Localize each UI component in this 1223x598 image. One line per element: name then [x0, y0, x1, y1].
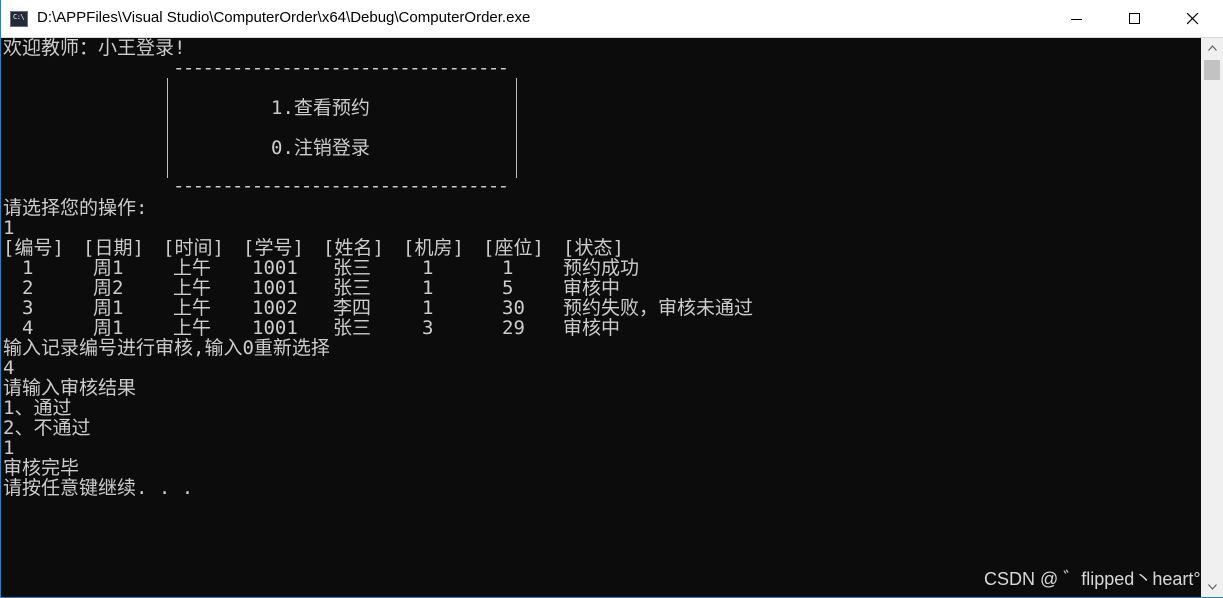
app-icon-label: C:\ — [13, 13, 25, 21]
menu-top-rule: ---------------------------------- — [173, 57, 509, 79]
menu-left-border — [167, 78, 168, 178]
table-cell: 2 — [22, 277, 34, 299]
watermark: CSDN @ ゛flipped丶heart° — [984, 569, 1201, 589]
table-cell: 4 — [22, 317, 34, 339]
table-header: [学号] — [243, 237, 304, 259]
table-cell: 周2 — [93, 277, 124, 299]
menu-item-view: 1.查看预约 — [271, 97, 370, 119]
table-cell: 30 — [502, 297, 525, 319]
menu-right-border — [516, 78, 517, 178]
option-pass: 1、通过 — [3, 397, 72, 419]
table-cell: 周1 — [93, 317, 124, 339]
table-cell: 预约成功 — [563, 257, 640, 279]
table-header: [日期] — [83, 237, 144, 259]
record-prompt: 输入记录编号进行审核,输入0重新选择 — [3, 337, 330, 359]
table-header: [编号] — [3, 237, 64, 259]
table-cell: 上午 — [173, 317, 212, 339]
table-cell: 1002 — [252, 297, 298, 319]
table-header: [时间] — [163, 237, 224, 259]
table-cell: 1001 — [252, 317, 298, 339]
result-prompt: 请输入审核结果 — [3, 377, 137, 399]
table-cell: 1 — [22, 257, 34, 279]
table-cell: 预约失败，审核未通过 — [563, 297, 754, 319]
table-cell: 1 — [422, 297, 434, 319]
maximize-icon — [1129, 13, 1140, 24]
chevron-up-icon — [1207, 45, 1217, 51]
table-cell: 1 — [422, 257, 434, 279]
table-cell: 张三 — [333, 257, 372, 279]
vertical-scrollbar[interactable] — [1201, 38, 1223, 597]
close-icon — [1187, 13, 1199, 25]
menu-bottom-rule: ---------------------------------- — [173, 175, 509, 197]
window-title: D:\APPFiles\Visual Studio\ComputerOrder\… — [37, 9, 531, 26]
table-cell: 张三 — [333, 277, 372, 299]
table-cell: 5 — [502, 277, 514, 299]
table-cell: 3 — [22, 297, 34, 319]
select-prompt: 请选择您的操作: — [3, 197, 148, 219]
scroll-up-button[interactable] — [1201, 38, 1223, 58]
table-header: [姓名] — [323, 237, 384, 259]
table-cell: 29 — [502, 317, 525, 339]
table-header: [座位] — [483, 237, 544, 259]
table-cell: 上午 — [173, 257, 212, 279]
table-cell: 李四 — [333, 297, 372, 319]
table-header: [状态] — [563, 237, 624, 259]
table-cell: 张三 — [333, 317, 372, 339]
scroll-thumb[interactable] — [1204, 60, 1220, 80]
minimize-button[interactable] — [1048, 0, 1106, 38]
console-window: C:\ D:\APPFiles\Visual Studio\ComputerOr… — [0, 0, 1223, 598]
table-cell: 周1 — [93, 297, 124, 319]
minimize-icon — [1071, 19, 1082, 20]
welcome-text: 欢迎教师：小王登录! — [3, 38, 186, 59]
close-button[interactable] — [1164, 0, 1222, 38]
maximize-button[interactable] — [1106, 0, 1164, 38]
table-cell: 审核中 — [563, 277, 621, 299]
table-cell: 审核中 — [563, 317, 621, 339]
table-cell: 3 — [422, 317, 434, 339]
console-app-icon[interactable]: C:\ — [10, 11, 28, 27]
user-input: 1 — [3, 217, 15, 239]
table-cell: 1001 — [252, 277, 298, 299]
option-fail: 2、不通过 — [3, 417, 91, 439]
table-cell: 上午 — [173, 297, 212, 319]
console-output[interactable]: 欢迎教师：小王登录! -----------------------------… — [1, 38, 1201, 597]
done-message: 审核完毕 — [3, 457, 80, 479]
chevron-down-icon — [1207, 584, 1217, 590]
table-cell: 1 — [422, 277, 434, 299]
press-key-prompt: 请按任意键继续. . . — [3, 477, 194, 499]
user-input: 1 — [3, 437, 15, 459]
table-cell: 周1 — [93, 257, 124, 279]
scroll-down-button[interactable] — [1201, 577, 1223, 597]
table-cell: 1001 — [252, 257, 298, 279]
menu-item-logout: 0.注销登录 — [271, 137, 370, 159]
title-bar[interactable]: C:\ D:\APPFiles\Visual Studio\ComputerOr… — [1, 0, 1223, 38]
table-header: [机房] — [403, 237, 464, 259]
user-input: 4 — [3, 357, 15, 379]
table-cell: 上午 — [173, 277, 212, 299]
table-cell: 1 — [502, 257, 514, 279]
